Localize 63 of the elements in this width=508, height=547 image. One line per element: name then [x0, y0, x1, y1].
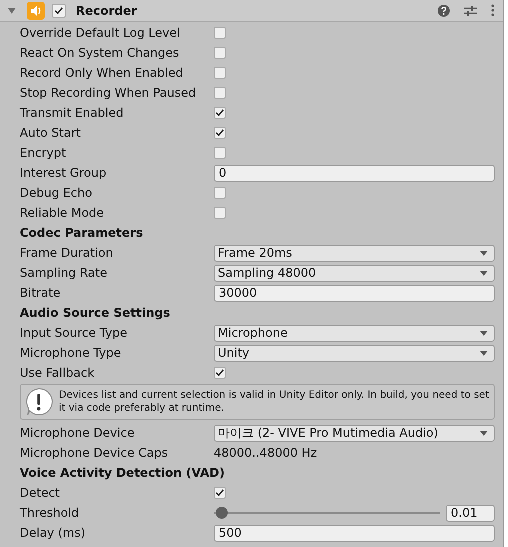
caret-icon [480, 430, 488, 436]
field-label: Microphone Device [20, 426, 136, 440]
field-label: Delay (ms) [20, 526, 87, 540]
check-icon [215, 488, 225, 498]
slider-thumb[interactable] [216, 507, 228, 519]
caret-icon [480, 330, 488, 336]
input-field[interactable]: 500 [214, 524, 495, 542]
dropdown[interactable]: Unity [214, 344, 495, 362]
checkbox[interactable] [214, 27, 226, 39]
checkbox[interactable] [214, 207, 226, 219]
field-label: Reliable Mode [20, 206, 106, 220]
section-header: Voice Activity Detection (VAD) [20, 466, 225, 480]
field-label: Record Only When Enabled [20, 66, 184, 80]
component-title: Recorder [76, 4, 138, 18]
checkbox[interactable] [214, 127, 226, 139]
field-label: Detect [20, 486, 62, 500]
checkbox[interactable] [214, 367, 226, 379]
input-field[interactable]: 0.01 [446, 504, 495, 522]
checkbox[interactable] [214, 87, 226, 99]
speaker-icon [27, 2, 45, 20]
field-label: Encrypt [20, 146, 68, 160]
field-label: Auto Start [20, 126, 82, 140]
field-label: Input Source Type [20, 326, 128, 340]
field-label: Use Fallback [20, 366, 96, 380]
check-icon [215, 368, 225, 378]
caret-icon [480, 250, 488, 256]
field-label: Transmit Enabled [20, 106, 125, 120]
value-text: 48000..48000 Hz [214, 446, 318, 460]
field-label: Debug Echo [20, 186, 94, 200]
field-label: Frame Duration [20, 246, 114, 260]
foldout-arrow-icon[interactable] [7, 6, 17, 16]
dropdown[interactable]: Frame 20ms [214, 244, 495, 262]
field-label: Microphone Device Caps [20, 446, 170, 460]
checkbox[interactable] [214, 487, 226, 499]
input-field[interactable]: 0 [214, 164, 495, 182]
dropdown[interactable]: Microphone [214, 324, 495, 342]
field-label: Stop Recording When Paused [20, 86, 198, 100]
check-icon [54, 6, 64, 16]
more-icon[interactable] [491, 4, 495, 17]
checkbox[interactable] [214, 67, 226, 79]
section-header: Codec Parameters [20, 226, 144, 240]
help-icon[interactable] [438, 4, 450, 16]
checkbox[interactable] [214, 187, 226, 199]
field-label: Threshold [20, 506, 80, 520]
field-label: Microphone Type [20, 346, 122, 360]
field-label: Sampling Rate [20, 266, 108, 280]
field-label: React On System Changes [20, 46, 180, 60]
checkbox[interactable] [214, 107, 226, 119]
section-header: Audio Source Settings [20, 306, 170, 320]
sliders-icon[interactable] [464, 4, 477, 16]
field-label: Bitrate [20, 286, 62, 300]
field-label: Override Default Log Level [20, 26, 182, 40]
field-label: Interest Group [20, 166, 108, 180]
enable-checkbox[interactable] [52, 4, 66, 18]
dropdown[interactable]: 마이크 (2- VIVE Pro Mutimedia Audio) [214, 424, 495, 442]
help-message: Devices list and current selection is valid in Unity Editor only. In build, you need to set it via code preferably at runtime. [59, 389, 490, 415]
caret-icon [480, 270, 488, 276]
input-field[interactable]: 30000 [214, 284, 495, 302]
checkbox[interactable] [214, 47, 226, 59]
dropdown[interactable]: Sampling 48000 [214, 264, 495, 282]
checkbox[interactable] [214, 147, 226, 159]
caret-icon [480, 350, 488, 356]
exclamation-icon [25, 388, 53, 416]
